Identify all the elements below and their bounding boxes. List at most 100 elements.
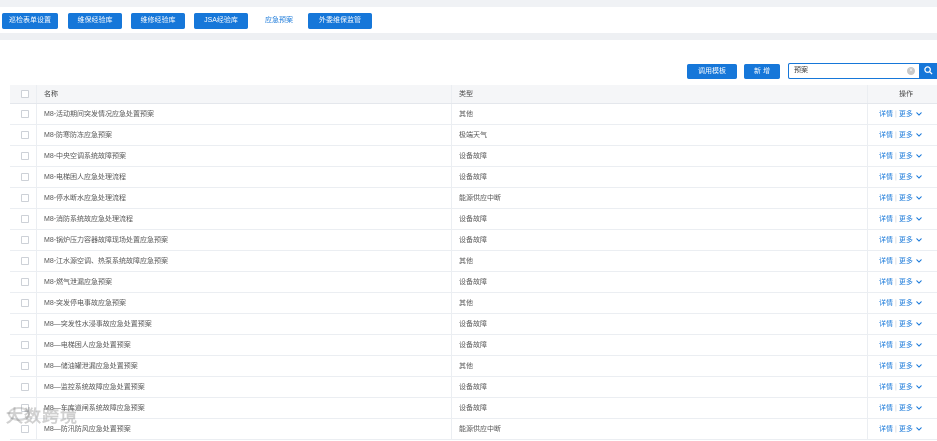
search-button[interactable] (920, 63, 937, 79)
row-checkbox[interactable] (21, 152, 29, 160)
select-all-checkbox[interactable] (21, 90, 29, 98)
tabs-divider (0, 33, 937, 40)
tab-jsa-experience[interactable]: JSA经验库 (194, 13, 248, 29)
table-header: 名称 类型 操作 (10, 85, 937, 104)
row-checkbox[interactable] (21, 320, 29, 328)
detail-link[interactable]: 详情 (879, 426, 893, 433)
row-checkbox[interactable] (21, 278, 29, 286)
row-checkbox[interactable] (21, 257, 29, 265)
more-link[interactable]: 更多 (899, 216, 913, 223)
more-link[interactable]: 更多 (899, 426, 913, 433)
column-divider (36, 188, 37, 208)
tab-maintenance-experience[interactable]: 维保经验库 (68, 13, 122, 29)
detail-link[interactable]: 详情 (879, 342, 893, 349)
more-link[interactable]: 更多 (899, 279, 913, 286)
row-name: M8-防寒防冻应急预案 (44, 132, 113, 139)
row-checkbox[interactable] (21, 299, 29, 307)
chevron-down-icon[interactable] (915, 377, 922, 398)
detail-link[interactable]: 详情 (879, 384, 893, 391)
more-link[interactable]: 更多 (899, 384, 913, 391)
more-link[interactable]: 更多 (899, 153, 913, 160)
column-divider (36, 314, 37, 334)
tab-emergency-plan[interactable]: 应急预案 (254, 13, 304, 29)
chevron-down-icon[interactable] (915, 293, 922, 314)
detail-link[interactable]: 详情 (879, 258, 893, 265)
detail-link[interactable]: 详情 (879, 279, 893, 286)
row-type: 能源供应中断 (459, 195, 501, 202)
column-divider (451, 314, 452, 334)
column-divider (451, 335, 452, 355)
row-type: 其他 (459, 258, 473, 265)
chevron-down-icon[interactable] (915, 104, 922, 125)
column-divider (867, 125, 868, 145)
more-link[interactable]: 更多 (899, 258, 913, 265)
chevron-down-icon[interactable] (915, 356, 922, 377)
chevron-down-icon[interactable] (915, 188, 922, 209)
detail-link[interactable]: 详情 (879, 153, 893, 160)
chevron-down-icon[interactable] (915, 230, 922, 251)
more-link[interactable]: 更多 (899, 342, 913, 349)
row-checkbox[interactable] (21, 215, 29, 223)
row-checkbox[interactable] (21, 362, 29, 370)
chevron-down-icon[interactable] (915, 146, 922, 167)
detail-link[interactable]: 详情 (879, 363, 893, 370)
detail-link[interactable]: 详情 (879, 174, 893, 181)
add-button[interactable]: 新 增 (744, 64, 780, 79)
tab-inspection-form[interactable]: 巡检表单设置 (2, 13, 58, 29)
use-template-button[interactable]: 调用模板 (687, 64, 737, 79)
tab-outsourced-maintenance[interactable]: 外委维保监管 (308, 13, 372, 29)
row-checkbox[interactable] (21, 341, 29, 349)
more-link[interactable]: 更多 (899, 195, 913, 202)
row-checkbox[interactable] (21, 194, 29, 202)
more-link[interactable]: 更多 (899, 300, 913, 307)
more-link[interactable]: 更多 (899, 174, 913, 181)
row-type: 设备故障 (459, 321, 487, 328)
detail-link[interactable]: 详情 (879, 321, 893, 328)
table-row: M8—车库道闸系统故障应急预案 设备故障 详情 | 更多 (10, 398, 937, 419)
detail-link[interactable]: 详情 (879, 405, 893, 412)
table-row: M8-防寒防冻应急预案 极端天气 详情 | 更多 (10, 125, 937, 146)
table-row: M8-停水断水应急处理流程 能源供应中断 详情 | 更多 (10, 188, 937, 209)
chevron-down-icon[interactable] (915, 209, 922, 230)
search-input[interactable]: 预案 × (788, 63, 920, 79)
row-type: 其他 (459, 300, 473, 307)
row-checkbox[interactable] (21, 131, 29, 139)
more-link[interactable]: 更多 (899, 237, 913, 244)
column-divider (867, 209, 868, 229)
chevron-down-icon[interactable] (915, 314, 922, 335)
detail-link[interactable]: 详情 (879, 111, 893, 118)
detail-link[interactable]: 详情 (879, 300, 893, 307)
column-divider (451, 146, 452, 166)
row-checkbox[interactable] (21, 110, 29, 118)
clear-icon[interactable]: × (907, 67, 915, 75)
more-link[interactable]: 更多 (899, 111, 913, 118)
chevron-down-icon[interactable] (915, 335, 922, 356)
chevron-down-icon[interactable] (915, 419, 922, 440)
row-checkbox[interactable] (21, 383, 29, 391)
row-checkbox[interactable] (21, 236, 29, 244)
module-tabs: 巡检表单设置 维保经验库 维修经验库 JSA经验库 应急预案 外委维保监管 (0, 7, 937, 33)
column-divider (867, 293, 868, 313)
chevron-down-icon[interactable] (915, 272, 922, 293)
watermark: 大数跨境 (6, 407, 78, 426)
more-link[interactable]: 更多 (899, 132, 913, 139)
tab-repair-experience[interactable]: 维修经验库 (131, 13, 185, 29)
chevron-down-icon[interactable] (915, 398, 922, 419)
column-divider (867, 146, 868, 166)
row-actions: 详情 | 更多 (879, 167, 922, 188)
detail-link[interactable]: 详情 (879, 237, 893, 244)
column-divider (36, 167, 37, 187)
detail-link[interactable]: 详情 (879, 216, 893, 223)
detail-link[interactable]: 详情 (879, 195, 893, 202)
row-checkbox[interactable] (21, 173, 29, 181)
detail-link[interactable]: 详情 (879, 132, 893, 139)
chevron-down-icon[interactable] (915, 251, 922, 272)
table-row: M8—防汛防风应急处置预案 能源供应中断 详情 | 更多 (10, 419, 937, 440)
more-link[interactable]: 更多 (899, 363, 913, 370)
more-link[interactable]: 更多 (899, 405, 913, 412)
chevron-down-icon[interactable] (915, 125, 922, 146)
more-link[interactable]: 更多 (899, 321, 913, 328)
column-divider (36, 272, 37, 292)
column-divider (36, 293, 37, 313)
chevron-down-icon[interactable] (915, 167, 922, 188)
